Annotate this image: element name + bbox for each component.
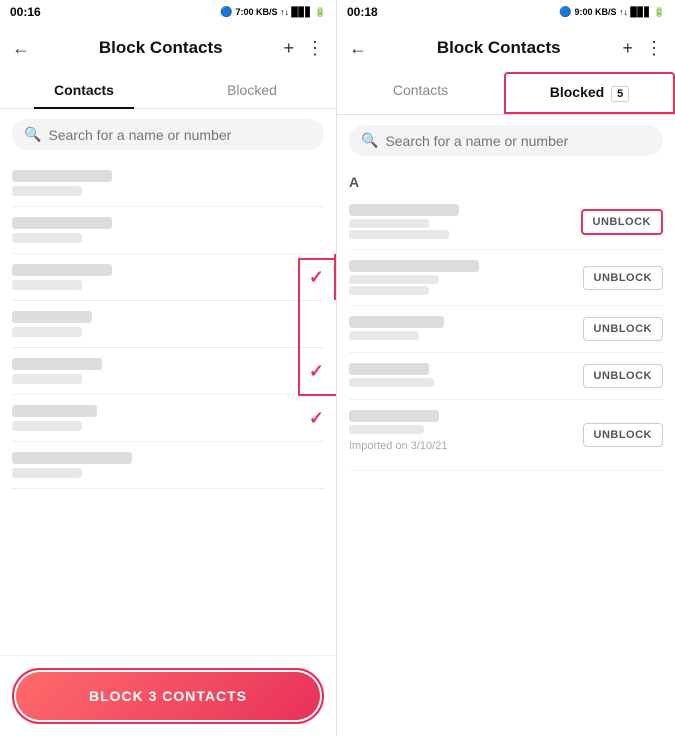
contact-name-3 — [12, 264, 112, 276]
header-actions-right: + ⋮ — [622, 38, 663, 59]
contact-name-6 — [12, 405, 97, 417]
blocked-num1-4 — [349, 378, 434, 387]
search-input-left[interactable] — [48, 127, 312, 143]
page-title-left: Block Contacts — [38, 38, 283, 58]
blocked-name-4 — [349, 363, 429, 375]
blocked-name-1 — [349, 204, 459, 216]
blocked-item-2: UNBLOCK — [349, 250, 663, 306]
search-icon-left: 🔍 — [24, 126, 41, 143]
section-a: A — [349, 166, 663, 194]
contact-name-7 — [12, 452, 132, 464]
more-button-right[interactable]: ⋮ — [645, 38, 663, 59]
contact-name-5 — [12, 358, 102, 370]
unblock-button-5[interactable]: UNBLOCK — [583, 423, 664, 447]
blocked-name-2 — [349, 260, 479, 272]
blocked-badge: 5 — [611, 86, 629, 102]
add-button-left[interactable]: + — [283, 38, 294, 59]
contact-number-5 — [12, 374, 82, 384]
search-bar-left[interactable]: 🔍 — [12, 119, 324, 150]
blocked-num1-1 — [349, 219, 429, 228]
contact-list-left: ✓ ✓ ✓ — [0, 160, 336, 655]
back-button-right[interactable]: ← — [349, 38, 367, 59]
bluetooth-icon: 🔵 — [220, 7, 232, 18]
contact-number-1 — [12, 186, 82, 196]
header-left: ← Block Contacts + ⋮ — [0, 24, 336, 72]
status-icons-left: 🔵 7:00 KB/S ↑↓ ▉▊▋ 🔋 — [220, 7, 326, 18]
header-right: ← Block Contacts + ⋮ — [337, 24, 675, 72]
unblock-button-3[interactable]: UNBLOCK — [583, 317, 664, 341]
blocked-num2-1 — [349, 230, 449, 239]
blocked-name-3 — [349, 316, 444, 328]
left-panel: 00:16 🔵 7:00 KB/S ↑↓ ▉▊▋ 🔋 ← Block Conta… — [0, 0, 337, 736]
back-button-left[interactable]: ← — [12, 38, 30, 59]
status-icons-right: 🔵 9:00 KB/S ↑↓ ▉▊▋ 🔋 — [559, 7, 665, 18]
blocked-item-4: UNBLOCK — [349, 353, 663, 400]
header-actions-left: + ⋮ — [283, 38, 324, 59]
checkmark-6: ✓ — [309, 408, 324, 429]
contact-item-1[interactable] — [12, 160, 324, 207]
contact-item-2[interactable] — [12, 207, 324, 254]
add-button-right[interactable]: + — [622, 38, 633, 59]
signal-icons-right: 9:00 KB/S ↑↓ ▉▊▋ 🔋 — [575, 7, 666, 18]
signal-icons: 7:00 KB/S ↑↓ ▉▊▋ 🔋 — [236, 7, 327, 18]
blocked-num2-2 — [349, 286, 429, 295]
checkmark-5: ✓ — [309, 361, 324, 382]
block-button-container: BLOCK 3 CONTACTS — [0, 655, 336, 736]
search-input-right[interactable] — [385, 133, 651, 149]
blocked-item-3: UNBLOCK — [349, 306, 663, 353]
more-button-left[interactable]: ⋮ — [306, 38, 324, 59]
tab-blocked-left[interactable]: Blocked — [168, 72, 336, 108]
status-time-left: 00:16 — [10, 5, 41, 19]
status-bar-right: 00:18 🔵 9:00 KB/S ↑↓ ▉▊▋ 🔋 — [337, 0, 675, 24]
tabs-left: Contacts Blocked — [0, 72, 336, 109]
right-panel: 00:18 🔵 9:00 KB/S ↑↓ ▉▊▋ 🔋 ← Block Conta… — [337, 0, 675, 736]
blocked-name-5 — [349, 410, 439, 422]
unblock-button-1[interactable]: UNBLOCK — [581, 209, 664, 235]
contact-number-3 — [12, 280, 82, 290]
contact-name-1 — [12, 170, 112, 182]
search-bar-right[interactable]: 🔍 — [349, 125, 663, 156]
contact-item-7[interactable] — [12, 442, 324, 489]
blocked-contact-list: A UNBLOCK UNBLOCK — [337, 166, 675, 736]
block-contacts-button[interactable]: BLOCK 3 CONTACTS — [16, 672, 320, 720]
tabs-right: Contacts Blocked 5 — [337, 72, 675, 115]
tab-blocked-right[interactable]: Blocked 5 — [504, 72, 675, 114]
contact-number-4 — [12, 327, 82, 337]
contact-name-4 — [12, 311, 92, 323]
contact-item-3[interactable]: ✓ — [12, 254, 324, 301]
contact-number-6 — [12, 421, 82, 431]
contact-item-4[interactable] — [12, 301, 324, 348]
unblock-button-2[interactable]: UNBLOCK — [583, 266, 664, 290]
blocked-num1-5 — [349, 425, 424, 434]
blocked-item-1: UNBLOCK — [349, 194, 663, 250]
status-time-right: 00:18 — [347, 5, 378, 19]
import-note-5: Imported on 3/10/21 — [349, 436, 583, 460]
contact-number-7 — [12, 468, 82, 478]
contact-number-2 — [12, 233, 82, 243]
checkmark-3: ✓ — [309, 267, 324, 288]
blocked-item-5: Imported on 3/10/21 UNBLOCK — [349, 400, 663, 471]
status-bar-left: 00:16 🔵 7:00 KB/S ↑↓ ▉▊▋ 🔋 — [0, 0, 336, 24]
tab-contacts-left[interactable]: Contacts — [0, 72, 168, 108]
contact-name-2 — [12, 217, 112, 229]
page-title-right: Block Contacts — [375, 38, 622, 58]
bluetooth-icon-right: 🔵 — [559, 7, 571, 18]
tab-contacts-right[interactable]: Contacts — [337, 72, 504, 114]
search-icon-right: 🔍 — [361, 132, 378, 149]
contact-item-5[interactable]: ✓ — [12, 348, 324, 395]
blocked-num1-2 — [349, 275, 439, 284]
blocked-num1-3 — [349, 331, 419, 340]
contact-item-6[interactable]: ✓ — [12, 395, 324, 442]
unblock-button-4[interactable]: UNBLOCK — [583, 364, 664, 388]
